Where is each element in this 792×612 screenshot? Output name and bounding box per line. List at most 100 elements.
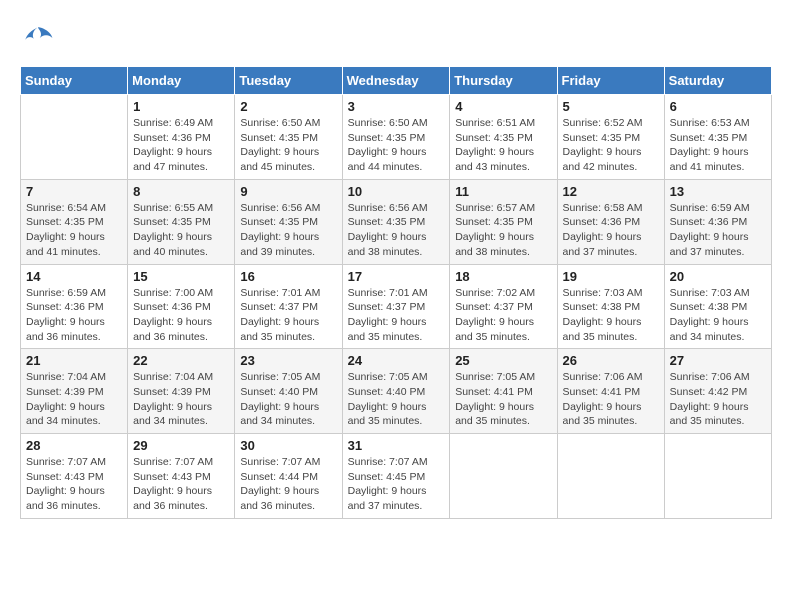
calendar-cell: 23Sunrise: 7:05 AMSunset: 4:40 PMDayligh… xyxy=(235,349,342,434)
day-number: 14 xyxy=(26,269,122,284)
calendar-cell: 18Sunrise: 7:02 AMSunset: 4:37 PMDayligh… xyxy=(450,264,557,349)
day-number: 9 xyxy=(240,184,336,199)
calendar-week-4: 21 Sunrise: 7:04 AMSunset: 4:39 PMDayligh… xyxy=(21,349,772,434)
day-number: 30 xyxy=(240,438,336,453)
day-number: 6 xyxy=(670,99,766,114)
day-info: Sunrise: 7:03 AMSunset: 4:38 PMDaylight:… xyxy=(670,286,766,345)
day-info: Sunrise: 7:03 AMSunset: 4:38 PMDaylight:… xyxy=(563,286,659,345)
day-number: 3 xyxy=(348,99,445,114)
calendar-cell: 30 Sunrise: 7:07 AMSunset: 4:44 PMDayligh… xyxy=(235,434,342,519)
calendar-cell: 2 Sunrise: 6:50 AMSunset: 4:35 PMDaylight… xyxy=(235,95,342,180)
logo xyxy=(20,20,60,56)
calendar-cell: 19Sunrise: 7:03 AMSunset: 4:38 PMDayligh… xyxy=(557,264,664,349)
day-number: 28 xyxy=(26,438,122,453)
calendar-cell: 28 Sunrise: 7:07 AMSunset: 4:43 PMDayligh… xyxy=(21,434,128,519)
day-info: Sunrise: 7:01 AMSunset: 4:37 PMDaylight:… xyxy=(240,286,336,345)
weekday-header-sunday: Sunday xyxy=(21,67,128,95)
day-info: Sunrise: 7:04 AMSunset: 4:39 PMDaylight:… xyxy=(133,370,229,429)
day-info: Sunrise: 6:55 AMSunset: 4:35 PMDaylight:… xyxy=(133,201,229,260)
calendar-cell: 5 Sunrise: 6:52 AMSunset: 4:35 PMDaylight… xyxy=(557,95,664,180)
day-number: 20 xyxy=(670,269,766,284)
weekday-header-monday: Monday xyxy=(128,67,235,95)
calendar-cell xyxy=(21,95,128,180)
day-number: 27 xyxy=(670,353,766,368)
day-number: 11 xyxy=(455,184,551,199)
calendar-cell: 6 Sunrise: 6:53 AMSunset: 4:35 PMDaylight… xyxy=(664,95,771,180)
calendar-cell: 15Sunrise: 7:00 AMSunset: 4:36 PMDayligh… xyxy=(128,264,235,349)
day-number: 5 xyxy=(563,99,659,114)
day-number: 12 xyxy=(563,184,659,199)
calendar-cell: 10 Sunrise: 6:56 AMSunset: 4:35 PMDayligh… xyxy=(342,179,450,264)
day-info: Sunrise: 6:52 AMSunset: 4:35 PMDaylight:… xyxy=(563,116,659,175)
day-number: 18 xyxy=(455,269,551,284)
day-info: Sunrise: 7:05 AMSunset: 4:40 PMDaylight:… xyxy=(348,370,445,429)
day-number: 1 xyxy=(133,99,229,114)
calendar-cell: 4Sunrise: 6:51 AMSunset: 4:35 PMDaylight… xyxy=(450,95,557,180)
day-number: 2 xyxy=(240,99,336,114)
weekday-header-tuesday: Tuesday xyxy=(235,67,342,95)
calendar-week-3: 14 Sunrise: 6:59 AMSunset: 4:36 PMDayligh… xyxy=(21,264,772,349)
day-info: Sunrise: 6:50 AMSunset: 4:35 PMDaylight:… xyxy=(240,116,336,175)
calendar-cell: 29 Sunrise: 7:07 AMSunset: 4:43 PMDayligh… xyxy=(128,434,235,519)
calendar-cell: 9 Sunrise: 6:56 AMSunset: 4:35 PMDaylight… xyxy=(235,179,342,264)
day-info: Sunrise: 6:53 AMSunset: 4:35 PMDaylight:… xyxy=(670,116,766,175)
day-number: 17 xyxy=(348,269,445,284)
calendar-cell: 21 Sunrise: 7:04 AMSunset: 4:39 PMDayligh… xyxy=(21,349,128,434)
day-number: 8 xyxy=(133,184,229,199)
day-info: Sunrise: 7:00 AMSunset: 4:36 PMDaylight:… xyxy=(133,286,229,345)
day-number: 16 xyxy=(240,269,336,284)
calendar-cell: 22 Sunrise: 7:04 AMSunset: 4:39 PMDayligh… xyxy=(128,349,235,434)
day-info: Sunrise: 7:07 AMSunset: 4:43 PMDaylight:… xyxy=(26,455,122,514)
day-info: Sunrise: 6:54 AMSunset: 4:35 PMDaylight:… xyxy=(26,201,122,260)
calendar: SundayMondayTuesdayWednesdayThursdayFrid… xyxy=(20,66,772,519)
day-number: 22 xyxy=(133,353,229,368)
calendar-week-2: 7 Sunrise: 6:54 AMSunset: 4:35 PMDaylight… xyxy=(21,179,772,264)
day-number: 29 xyxy=(133,438,229,453)
day-info: Sunrise: 7:06 AMSunset: 4:41 PMDaylight:… xyxy=(563,370,659,429)
weekday-header-friday: Friday xyxy=(557,67,664,95)
calendar-cell: 13 Sunrise: 6:59 AMSunset: 4:36 PMDayligh… xyxy=(664,179,771,264)
day-info: Sunrise: 6:49 AMSunset: 4:36 PMDaylight:… xyxy=(133,116,229,175)
calendar-cell: 16 Sunrise: 7:01 AMSunset: 4:37 PMDayligh… xyxy=(235,264,342,349)
calendar-cell: 1 Sunrise: 6:49 AMSunset: 4:36 PMDaylight… xyxy=(128,95,235,180)
weekday-header-saturday: Saturday xyxy=(664,67,771,95)
day-number: 25 xyxy=(455,353,551,368)
day-info: Sunrise: 6:58 AMSunset: 4:36 PMDaylight:… xyxy=(563,201,659,260)
calendar-cell: 14 Sunrise: 6:59 AMSunset: 4:36 PMDayligh… xyxy=(21,264,128,349)
calendar-cell: 26 Sunrise: 7:06 AMSunset: 4:41 PMDayligh… xyxy=(557,349,664,434)
calendar-cell: 25 Sunrise: 7:05 AMSunset: 4:41 PMDayligh… xyxy=(450,349,557,434)
calendar-cell: 11 Sunrise: 6:57 AMSunset: 4:35 PMDayligh… xyxy=(450,179,557,264)
day-info: Sunrise: 7:04 AMSunset: 4:39 PMDaylight:… xyxy=(26,370,122,429)
weekday-header-wednesday: Wednesday xyxy=(342,67,450,95)
calendar-cell: 12 Sunrise: 6:58 AMSunset: 4:36 PMDayligh… xyxy=(557,179,664,264)
calendar-cell: 27 Sunrise: 7:06 AMSunset: 4:42 PMDayligh… xyxy=(664,349,771,434)
calendar-cell: 24 Sunrise: 7:05 AMSunset: 4:40 PMDayligh… xyxy=(342,349,450,434)
day-info: Sunrise: 7:07 AMSunset: 4:43 PMDaylight:… xyxy=(133,455,229,514)
day-number: 26 xyxy=(563,353,659,368)
day-number: 31 xyxy=(348,438,445,453)
day-info: Sunrise: 7:07 AMSunset: 4:44 PMDaylight:… xyxy=(240,455,336,514)
day-number: 13 xyxy=(670,184,766,199)
page-header xyxy=(20,20,772,56)
calendar-cell: 17Sunrise: 7:01 AMSunset: 4:37 PMDayligh… xyxy=(342,264,450,349)
day-info: Sunrise: 7:06 AMSunset: 4:42 PMDaylight:… xyxy=(670,370,766,429)
day-number: 4 xyxy=(455,99,551,114)
day-info: Sunrise: 6:56 AMSunset: 4:35 PMDaylight:… xyxy=(348,201,445,260)
day-info: Sunrise: 6:50 AMSunset: 4:35 PMDaylight:… xyxy=(348,116,445,175)
day-number: 10 xyxy=(348,184,445,199)
day-info: Sunrise: 6:57 AMSunset: 4:35 PMDaylight:… xyxy=(455,201,551,260)
calendar-cell: 8 Sunrise: 6:55 AMSunset: 4:35 PMDaylight… xyxy=(128,179,235,264)
day-number: 24 xyxy=(348,353,445,368)
day-number: 7 xyxy=(26,184,122,199)
calendar-cell xyxy=(664,434,771,519)
day-info: Sunrise: 6:59 AMSunset: 4:36 PMDaylight:… xyxy=(26,286,122,345)
day-info: Sunrise: 7:05 AMSunset: 4:41 PMDaylight:… xyxy=(455,370,551,429)
weekday-header-row: SundayMondayTuesdayWednesdayThursdayFrid… xyxy=(21,67,772,95)
calendar-week-5: 28 Sunrise: 7:07 AMSunset: 4:43 PMDayligh… xyxy=(21,434,772,519)
weekday-header-thursday: Thursday xyxy=(450,67,557,95)
day-info: Sunrise: 7:05 AMSunset: 4:40 PMDaylight:… xyxy=(240,370,336,429)
day-number: 21 xyxy=(26,353,122,368)
day-info: Sunrise: 6:56 AMSunset: 4:35 PMDaylight:… xyxy=(240,201,336,260)
calendar-cell xyxy=(450,434,557,519)
day-info: Sunrise: 6:59 AMSunset: 4:36 PMDaylight:… xyxy=(670,201,766,260)
